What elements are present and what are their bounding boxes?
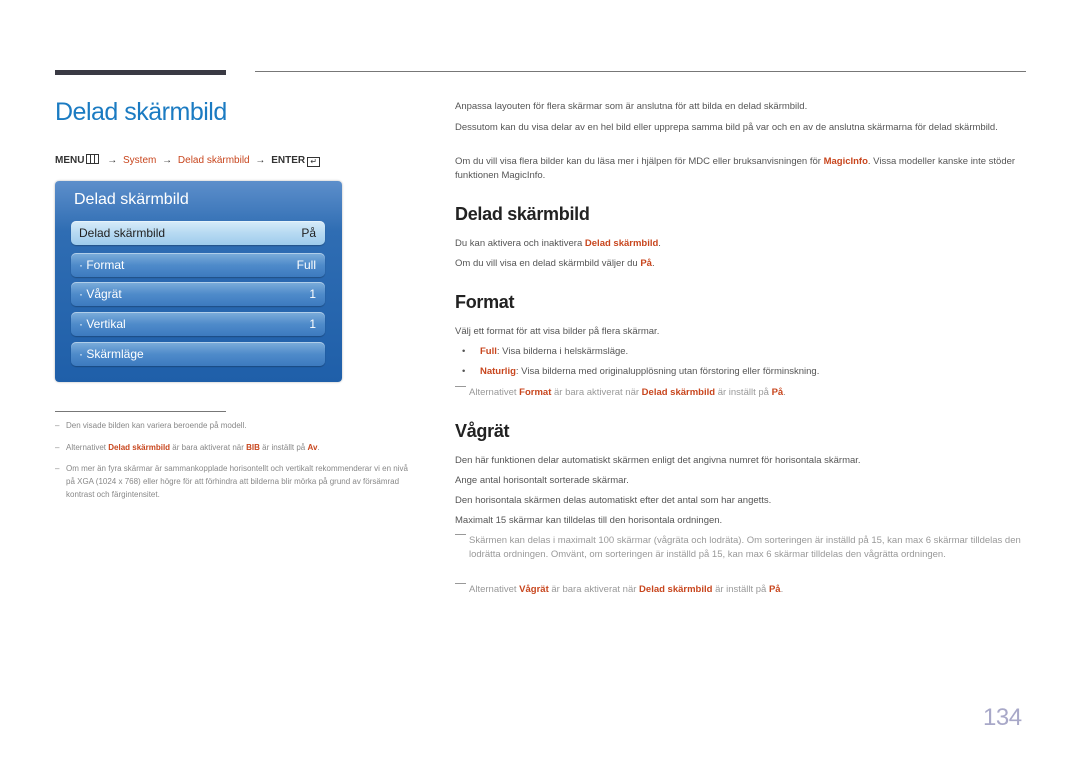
menu-label: MENU bbox=[55, 155, 85, 166]
text: Du kan aktivera och inaktivera bbox=[455, 238, 585, 249]
osd-item-value: 1 bbox=[309, 317, 316, 331]
osd-item-label: · Vågrät bbox=[79, 287, 122, 301]
text: är bara aktiverat när bbox=[548, 584, 640, 595]
page-number: 134 bbox=[983, 704, 1022, 731]
section-heading-vagrat: Vågrät bbox=[455, 421, 510, 441]
text: är bara aktiverat när bbox=[551, 387, 642, 398]
osd-item-skarmlage[interactable]: · Skärmläge bbox=[71, 342, 325, 366]
menu-path-delad: Delad skärmbild bbox=[177, 155, 250, 166]
intro-paragraph: Anpassa layouten för flera skärmar som ä… bbox=[455, 101, 808, 112]
text: : Visa bilderna med originalupplösning u… bbox=[515, 366, 820, 377]
highlight-magicinfo: MagicInfo bbox=[823, 156, 868, 167]
text: Om du vill visa flera bilder kan du läsa… bbox=[455, 156, 824, 167]
highlight: Vågrät bbox=[519, 584, 549, 595]
arrow: → bbox=[162, 155, 173, 166]
dash: – bbox=[55, 421, 60, 430]
footnote-rule bbox=[55, 411, 226, 412]
osd-item-value: Full bbox=[296, 258, 316, 272]
note-dash-icon bbox=[455, 583, 466, 584]
osd-item-delad-skarmbild[interactable]: Delad skärmbild På bbox=[71, 221, 325, 245]
menu-icon bbox=[86, 154, 100, 164]
footnote: – Den visade bilden kan variera beroende… bbox=[55, 419, 415, 432]
osd-item-value: På bbox=[301, 226, 316, 240]
text: Om du vill visa en delad skärmbild välje… bbox=[455, 258, 641, 269]
bullet-icon: • bbox=[462, 366, 466, 377]
paragraph: Maximalt 15 skärmar kan tilldelas till d… bbox=[455, 515, 723, 526]
intro-paragraph: Om du vill visa flera bilder kan du läsa… bbox=[455, 155, 1025, 183]
osd-item-format[interactable]: · Format Full bbox=[71, 253, 325, 277]
text: Alternativet bbox=[66, 443, 109, 452]
text: är inställt på bbox=[259, 443, 308, 452]
osd-title: Delad skärmbild bbox=[74, 191, 189, 208]
note-text: Skärmen kan delas i maximalt 100 skärmar… bbox=[469, 535, 1021, 560]
arrow: → bbox=[107, 155, 118, 166]
highlight: Delad skärmbild bbox=[108, 443, 171, 452]
bullet-text: Naturlig: Visa bilderna med originaluppl… bbox=[480, 366, 819, 377]
intro-paragraph: Dessutom kan du visa delar av en hel bil… bbox=[455, 122, 998, 133]
footnote: – Alternativet Delad skärmbild är bara a… bbox=[55, 441, 415, 454]
header-bar-thick bbox=[55, 70, 226, 75]
text: är bara aktiverat när bbox=[170, 443, 247, 452]
paragraph: Ange antal horisontalt sorterade skärmar… bbox=[455, 475, 629, 486]
osd-item-label: Delad skärmbild bbox=[79, 226, 166, 240]
text: Alternativet bbox=[469, 584, 520, 595]
text: . bbox=[651, 258, 655, 269]
highlight: Delad skärmbild bbox=[584, 238, 659, 249]
bullet-text: Full: Visa bilderna i helskärmsläge. bbox=[480, 346, 628, 357]
text: är inställt på bbox=[712, 584, 769, 595]
header-rule bbox=[255, 71, 1026, 72]
osd-item-label: · Vertikal bbox=[79, 317, 126, 331]
text: är inställt på bbox=[715, 387, 772, 398]
highlight: Format bbox=[519, 387, 552, 398]
osd-item-vagrat[interactable]: · Vågrät 1 bbox=[71, 282, 325, 306]
osd-item-label: · Skärmläge bbox=[79, 347, 144, 361]
enter-label: ENTER bbox=[271, 155, 306, 166]
page-title: Delad skärmbild bbox=[55, 98, 227, 126]
text: . bbox=[317, 443, 320, 452]
enter-icon: ↵ bbox=[307, 157, 321, 167]
highlight: Full bbox=[480, 346, 497, 357]
note: Skärmen kan delas i maximalt 100 skärmar… bbox=[455, 534, 1025, 562]
note-text: Alternativet Format är bara aktiverat nä… bbox=[469, 386, 1025, 400]
highlight: Naturlig bbox=[480, 366, 516, 377]
text: . bbox=[780, 584, 784, 595]
osd-item-label: · Format bbox=[79, 258, 125, 272]
highlight: Delad skärmbild bbox=[639, 584, 713, 595]
footnote-text: Om mer än fyra skärmar är sammankopplade… bbox=[66, 464, 408, 499]
paragraph: Välj ett format för att visa bilder på f… bbox=[455, 326, 660, 337]
note: Alternativet Format är bara aktiverat nä… bbox=[455, 386, 1025, 400]
highlight: Delad skärmbild bbox=[641, 387, 716, 398]
note-text: Alternativet Vågrät är bara aktiverat nä… bbox=[469, 583, 1025, 597]
section-heading-format: Format bbox=[455, 292, 515, 312]
highlight: På bbox=[771, 387, 784, 398]
highlight: På bbox=[768, 584, 781, 595]
paragraph: Den horisontala skärmen delas automatisk… bbox=[455, 495, 772, 506]
paragraph: Om du vill visa en delad skärmbild välje… bbox=[455, 257, 1025, 271]
dash: – bbox=[55, 443, 60, 452]
section-heading-delad: Delad skärmbild bbox=[455, 204, 590, 224]
footnote: – Om mer än fyra skärmar är sammankoppla… bbox=[55, 462, 415, 501]
osd-menu-panel: Delad skärmbild Delad skärmbild På · For… bbox=[55, 181, 342, 382]
text: . bbox=[783, 387, 786, 398]
footnote-text: Den visade bilden kan variera beroende p… bbox=[66, 421, 247, 430]
text: : Visa bilderna i helskärmsläge. bbox=[496, 346, 629, 357]
footnote-text: Alternativet Delad skärmbild är bara akt… bbox=[66, 441, 415, 454]
paragraph: Du kan aktivera och inaktivera Delad skä… bbox=[455, 237, 1025, 251]
menu-path-system: System bbox=[123, 155, 157, 166]
note-dash-icon bbox=[455, 386, 466, 387]
note: Alternativet Vågrät är bara aktiverat nä… bbox=[455, 583, 1025, 597]
text: Alternativet bbox=[469, 387, 520, 398]
note-dash-icon bbox=[455, 534, 466, 535]
highlight: BIB bbox=[246, 443, 260, 452]
dash: – bbox=[55, 464, 60, 473]
osd-item-vertikal[interactable]: · Vertikal 1 bbox=[71, 312, 325, 336]
arrow: → bbox=[255, 155, 266, 166]
highlight: Av bbox=[307, 443, 318, 452]
highlight: På bbox=[640, 258, 652, 269]
menu-path: MENU → System → Delad skärmbild → ENTER ↵ bbox=[55, 154, 322, 167]
paragraph: Den här funktionen delar automatiskt skä… bbox=[455, 455, 861, 466]
text: . bbox=[658, 238, 661, 249]
osd-item-value: 1 bbox=[309, 287, 316, 301]
bullet-icon: • bbox=[462, 346, 466, 357]
